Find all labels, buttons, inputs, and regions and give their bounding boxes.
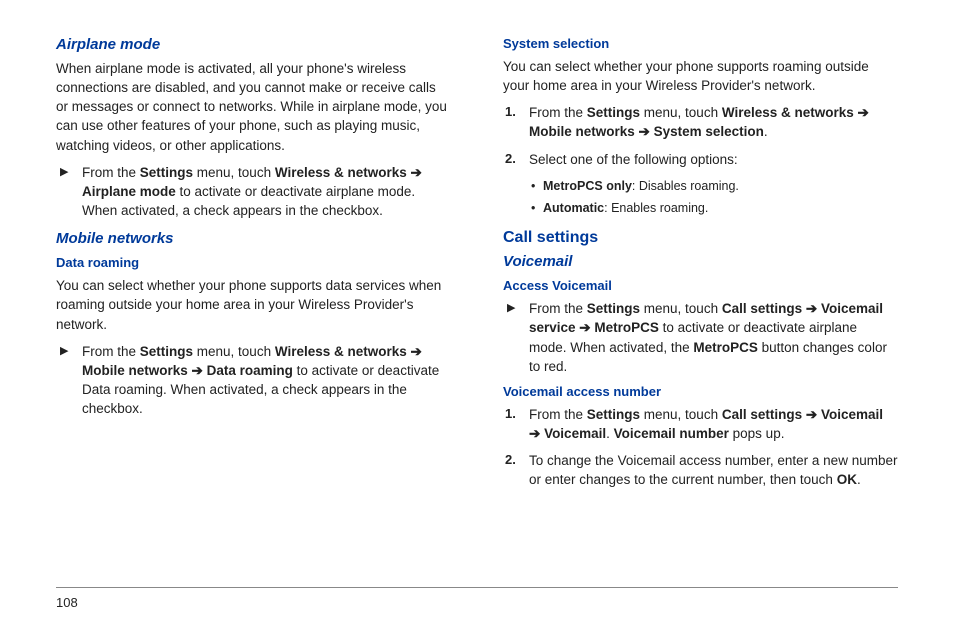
step-van-2: 2. To change the Voicemail access number… [503, 451, 898, 489]
number-marker: 2. [505, 150, 516, 168]
option-metropcs: •MetroPCS only: Disables roaming. [503, 177, 898, 196]
number-marker: 1. [505, 103, 516, 121]
heading-data-roaming: Data roaming [56, 255, 451, 270]
heading-voicemail-access-number: Voicemail access number [503, 384, 898, 399]
page-content: Airplane mode When airplane mode is acti… [0, 0, 954, 518]
step-system-1: 1. From the Settings menu, touch Wireles… [503, 103, 898, 141]
para-data-roaming: You can select whether your phone suppor… [56, 276, 451, 333]
right-column: System selection You can select whether … [503, 36, 898, 498]
heading-airplane-mode: Airplane mode [56, 36, 451, 53]
bullet-icon: • [531, 199, 535, 218]
number-marker: 1. [505, 405, 516, 423]
page-number: 108 [56, 595, 78, 610]
number-marker: 2. [505, 451, 516, 469]
heading-mobile-networks: Mobile networks [56, 230, 451, 247]
step-data-roaming: ▶ From the Settings menu, touch Wireless… [56, 342, 451, 419]
step-van-1: 1. From the Settings menu, touch Call se… [503, 405, 898, 443]
triangle-icon: ▶ [60, 165, 68, 181]
step-access-voicemail: ▶ From the Settings menu, touch Call set… [503, 299, 898, 376]
heading-voicemail: Voicemail [503, 253, 898, 270]
heading-access-voicemail: Access Voicemail [503, 278, 898, 293]
heading-system-selection: System selection [503, 36, 898, 51]
option-automatic: •Automatic: Enables roaming. [503, 199, 898, 218]
triangle-icon: ▶ [507, 301, 515, 317]
footer-rule [56, 587, 898, 588]
left-column: Airplane mode When airplane mode is acti… [56, 36, 451, 498]
step-airplane: ▶ From the Settings menu, touch Wireless… [56, 163, 451, 220]
step-system-2: 2. Select one of the following options: [503, 150, 898, 169]
para-system-selection: You can select whether your phone suppor… [503, 57, 898, 95]
para-airplane: When airplane mode is activated, all you… [56, 59, 451, 155]
bullet-icon: • [531, 177, 535, 196]
heading-call-settings: Call settings [503, 229, 898, 247]
triangle-icon: ▶ [60, 344, 68, 360]
